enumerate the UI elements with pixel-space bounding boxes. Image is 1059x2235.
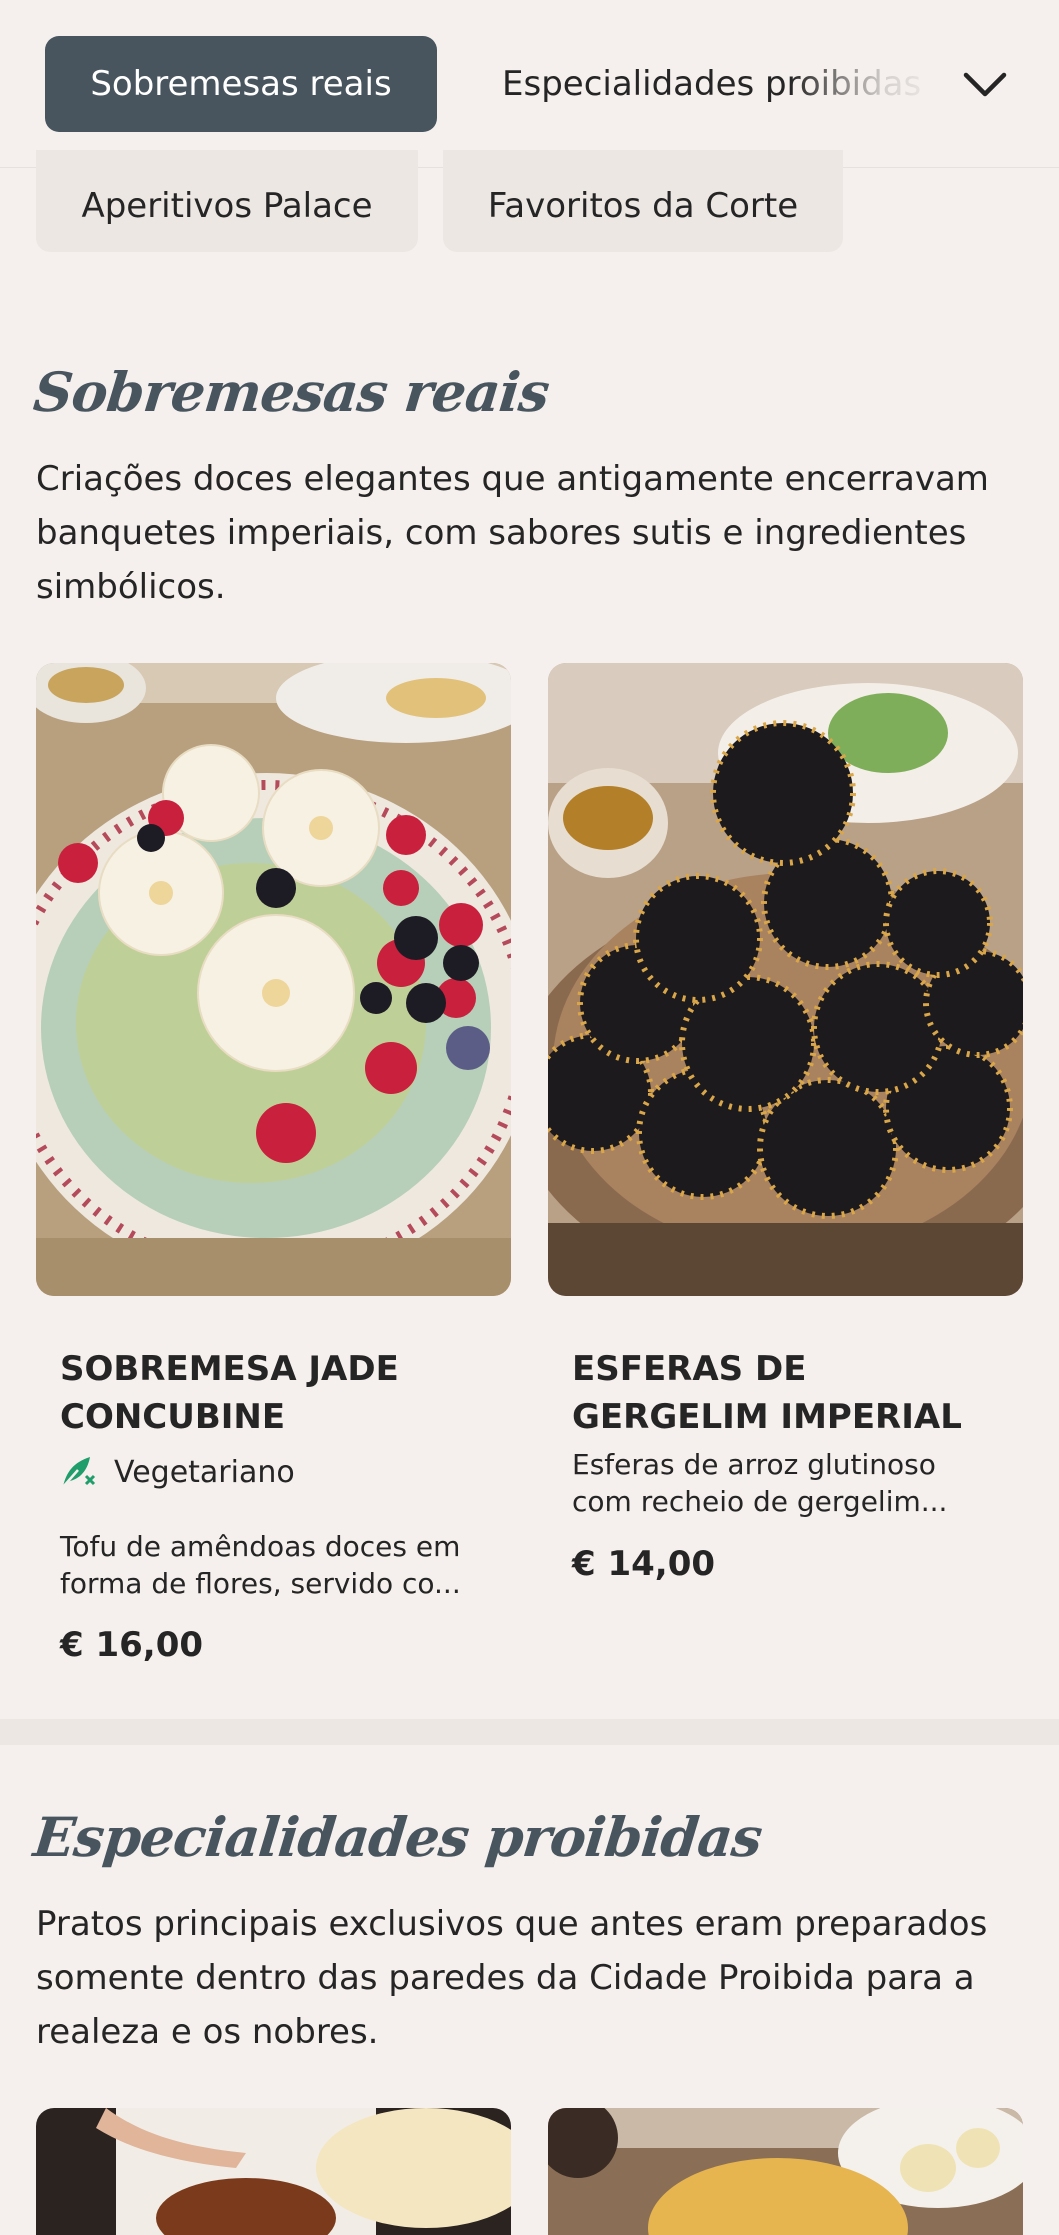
product-image[interactable] xyxy=(36,2108,511,2235)
product-image[interactable] xyxy=(548,2108,1023,2235)
expand-categories-button[interactable] xyxy=(950,50,1020,120)
product-image-esferas-gergelim[interactable] xyxy=(548,663,1023,1296)
section-title: Especialidades proibidas xyxy=(30,1805,765,1869)
vegetarian-label: Vegetariano xyxy=(114,1454,295,1490)
vegetarian-badge: Vegetariano xyxy=(60,1454,295,1490)
chip-aperitivos-palace[interactable]: Aperitivos Palace xyxy=(36,150,418,252)
tab-especialidades-proibidas[interactable]: Especialidades proibidas xyxy=(502,36,921,132)
product-image-jade-concubine[interactable] xyxy=(36,663,511,1296)
section-title: Sobremesas reais xyxy=(30,360,552,424)
product-price: € 16,00 xyxy=(60,1625,204,1665)
product-price: € 14,00 xyxy=(572,1544,716,1584)
category-nav: Sobremesas reais Especialidades proibida… xyxy=(0,0,1059,168)
section-description: Criações doces elegantes que antigamente… xyxy=(36,459,989,607)
product-title[interactable]: SOBREMESA JADE CONCUBINE xyxy=(60,1345,500,1441)
chevron-down-icon xyxy=(963,72,1007,97)
chip-favoritos-da-corte[interactable]: Favoritos da Corte xyxy=(443,150,843,252)
product-description: Esferas de arroz glutinoso com recheio d… xyxy=(572,1448,948,1518)
product-title[interactable]: ESFERAS DE GERGELIM IMPERIAL xyxy=(572,1345,1012,1441)
vegetarian-leaf-icon xyxy=(62,1457,96,1488)
section-divider xyxy=(0,1719,1059,1745)
tab-sobremesas-reais[interactable]: Sobremesas reais xyxy=(45,36,437,132)
section-description: Pratos principais exclusivos que antes e… xyxy=(36,1904,988,2052)
product-description: Tofu de amêndoas doces em forma de flore… xyxy=(60,1530,461,1600)
